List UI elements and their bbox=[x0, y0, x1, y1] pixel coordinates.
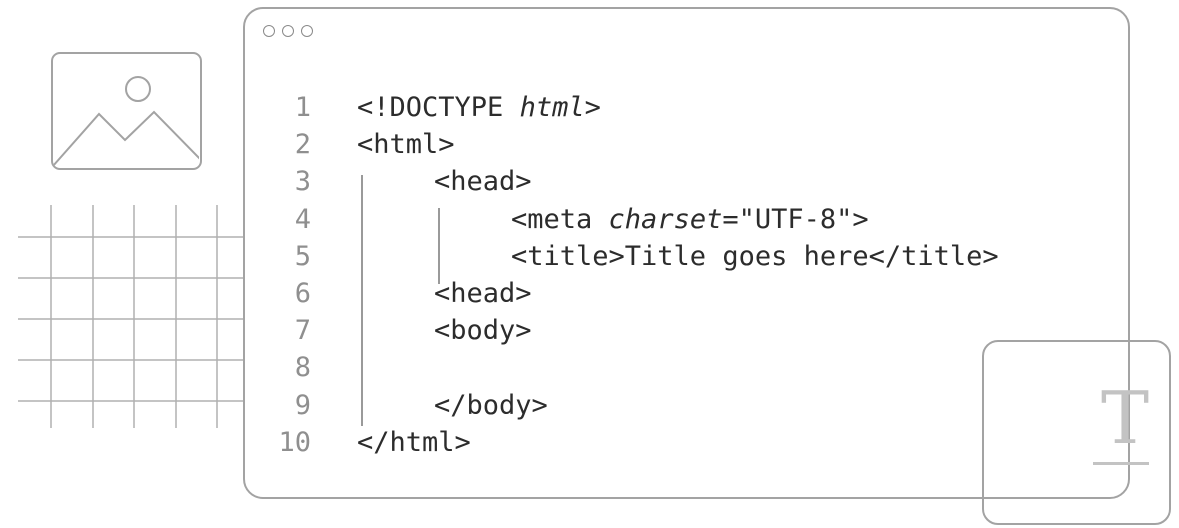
code-token: <head> bbox=[434, 166, 532, 198]
code-token: </html> bbox=[357, 426, 471, 458]
code-attribute: html bbox=[519, 92, 585, 123]
code-token: <body> bbox=[434, 315, 532, 347]
line-number: 1 bbox=[294, 92, 311, 123]
code-token: </body> bbox=[434, 389, 548, 421]
code-token: <html> bbox=[357, 129, 455, 161]
code-token: <!DOCTYPE bbox=[357, 92, 520, 123]
text-type-icon: T bbox=[1100, 376, 1149, 460]
code-text: <html> bbox=[357, 126, 455, 163]
text-type-card: T bbox=[982, 340, 1171, 525]
code-token: ="UTF-8"> bbox=[722, 203, 869, 235]
line-number: 2 bbox=[294, 129, 311, 161]
code-text: <!DOCTYPE html> bbox=[357, 89, 601, 126]
window-controls bbox=[263, 25, 313, 37]
code-text: </body> bbox=[434, 387, 548, 424]
window-dot-icon bbox=[263, 25, 275, 37]
code-text: </html> bbox=[357, 424, 471, 461]
code-token: <head> bbox=[434, 278, 532, 309]
line-number: 7 bbox=[294, 315, 311, 347]
code-text: <head> bbox=[434, 163, 532, 200]
text-underline bbox=[1093, 462, 1149, 465]
line-number: 5 bbox=[294, 240, 311, 272]
line-number: 8 bbox=[294, 352, 311, 384]
code-text: <head> bbox=[434, 275, 532, 312]
code-text: <body> bbox=[434, 312, 532, 349]
window-dot-icon bbox=[282, 25, 294, 37]
code-text: <title>Title goes here</title> bbox=[511, 238, 999, 275]
image-placeholder-card bbox=[51, 52, 202, 170]
line-number: 6 bbox=[294, 278, 311, 309]
code-text: <meta charset="UTF-8"> bbox=[511, 201, 869, 238]
image-placeholder-icon bbox=[53, 76, 200, 167]
code-token: <meta bbox=[511, 203, 609, 235]
window-dot-icon bbox=[301, 25, 313, 37]
code-token: <title>Title goes here</title> bbox=[511, 240, 999, 272]
line-number: 10 bbox=[278, 426, 311, 458]
indent-guide bbox=[361, 175, 363, 426]
line-number: 3 bbox=[294, 166, 311, 198]
line-number: 9 bbox=[294, 389, 311, 421]
indent-guide bbox=[438, 208, 440, 284]
code-token: > bbox=[584, 92, 601, 123]
code-attribute: charset bbox=[608, 203, 723, 235]
line-number: 4 bbox=[294, 203, 311, 235]
